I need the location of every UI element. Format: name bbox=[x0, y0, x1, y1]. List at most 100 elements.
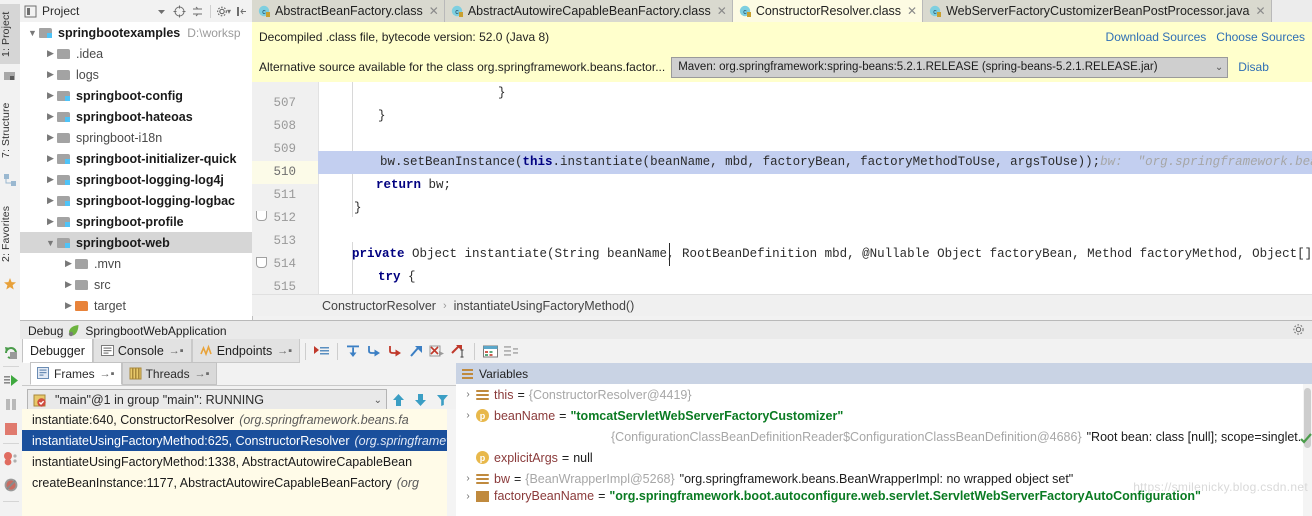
tab-endpoints[interactable]: Endpoints →▪ bbox=[191, 339, 301, 363]
pin-icon[interactable]: →▪ bbox=[169, 345, 184, 357]
mute-breakpoints-icon[interactable] bbox=[3, 477, 19, 493]
chevron-right-icon[interactable]: › bbox=[460, 389, 476, 400]
collapse-all-icon[interactable] bbox=[190, 4, 205, 19]
gear-icon[interactable]: ▾ bbox=[216, 4, 231, 19]
tree-node[interactable]: ▶ springboot-logging-logbac bbox=[20, 190, 252, 211]
thread-selector[interactable]: "main"@1 in group "main": RUNNING ⌄ bbox=[27, 389, 387, 411]
breadcrumb-class[interactable]: ConstructorResolver bbox=[322, 299, 436, 313]
tree-node[interactable]: ▶ .idea bbox=[20, 43, 252, 64]
project-view-icon[interactable] bbox=[23, 4, 38, 19]
stack-frame-row[interactable]: createBeanInstance:1177, AbstractAutowir… bbox=[22, 472, 456, 493]
chevron-right-icon[interactable]: ▶ bbox=[44, 131, 57, 144]
chevron-right-icon[interactable]: › bbox=[460, 410, 476, 421]
chevron-right-icon[interactable]: › bbox=[460, 491, 476, 502]
chevron-right-icon[interactable]: ▶ bbox=[44, 110, 57, 123]
rail-item-structure[interactable]: 7: Structure bbox=[0, 92, 20, 168]
tree-node[interactable]: ▶ springboot-logging-log4j bbox=[20, 169, 252, 190]
project-tree[interactable]: ▼ springbootexamples D:\worksp ▶ .idea ▶… bbox=[20, 22, 252, 320]
breadcrumb-method[interactable]: instantiateUsingFactoryMethod() bbox=[454, 299, 635, 313]
hide-icon[interactable] bbox=[234, 4, 249, 19]
rerun-icon[interactable] bbox=[3, 345, 19, 361]
up-arrow-icon[interactable] bbox=[387, 390, 409, 410]
rail-item-favorites[interactable]: 2: Favorites bbox=[0, 196, 20, 272]
chevron-right-icon[interactable]: ▶ bbox=[44, 173, 57, 186]
chevron-right-icon[interactable]: ▶ bbox=[44, 89, 57, 102]
tree-node[interactable]: ▶ .mvn bbox=[20, 253, 252, 274]
code-editor[interactable]: 507 508 509 510 511 512 513 514 515 } } … bbox=[252, 82, 1312, 294]
run-to-cursor-icon[interactable] bbox=[448, 342, 469, 361]
tab-console[interactable]: Console →▪ bbox=[92, 339, 192, 363]
stack-frame-row[interactable]: instantiateUsingFactoryMethod:1338, Abst… bbox=[22, 451, 456, 472]
close-icon[interactable]: ✕ bbox=[907, 4, 917, 18]
editor-tab-constructorresolver[interactable]: c ConstructorResolver.class ✕ bbox=[732, 0, 924, 22]
tab-threads[interactable]: Threads →▪ bbox=[121, 362, 217, 385]
chevron-down-icon[interactable] bbox=[154, 4, 169, 19]
step-into-icon[interactable] bbox=[364, 342, 385, 361]
stack-frame-row[interactable]: instantiate:640, ConstructorResolver (or… bbox=[22, 409, 456, 430]
chevron-right-icon[interactable]: ▶ bbox=[62, 257, 75, 270]
chevron-right-icon[interactable]: ▶ bbox=[44, 68, 57, 81]
force-step-into-icon[interactable] bbox=[385, 342, 406, 361]
chevron-down-icon[interactable]: ▼ bbox=[26, 26, 39, 39]
chevron-right-icon[interactable]: ▶ bbox=[44, 152, 57, 165]
variables-list[interactable]: › this = {ConstructorResolver@4419} › p … bbox=[456, 384, 1312, 516]
show-execution-point-icon[interactable] bbox=[311, 342, 332, 361]
tree-node[interactable]: ▶ springboot-profile bbox=[20, 211, 252, 232]
stop-icon[interactable] bbox=[3, 421, 19, 437]
call-stack-list[interactable]: instantiate:640, ConstructorResolver (or… bbox=[22, 409, 456, 516]
tree-node[interactable]: ▶ springboot-i18n bbox=[20, 127, 252, 148]
tree-node[interactable]: ▶ target bbox=[20, 295, 252, 316]
chevron-right-icon[interactable]: ▶ bbox=[44, 194, 57, 207]
evaluate-expression-icon[interactable] bbox=[480, 342, 501, 361]
drop-frame-icon[interactable] bbox=[427, 342, 448, 361]
chevron-right-icon[interactable]: ▶ bbox=[62, 278, 75, 291]
alternative-source-select[interactable]: Maven: org.springframework:spring-beans:… bbox=[671, 56, 1229, 78]
step-over-icon[interactable] bbox=[343, 342, 364, 361]
filter-icon[interactable] bbox=[431, 390, 453, 410]
tab-debugger[interactable]: Debugger bbox=[22, 339, 93, 363]
pin-icon[interactable]: →▪ bbox=[100, 368, 115, 380]
close-icon[interactable]: ✕ bbox=[1255, 4, 1265, 18]
editor-tab-webserverfactorycustomizerbeanpostprocessor[interactable]: c WebServerFactoryCustomizerBeanPostProc… bbox=[923, 0, 1272, 22]
layout-icon[interactable] bbox=[501, 342, 522, 361]
close-icon[interactable]: ✕ bbox=[429, 4, 439, 18]
editor-tab-abstractautowirecapablebeanfactory[interactable]: c AbstractAutowireCapableBeanFactory.cla… bbox=[444, 0, 733, 22]
chevron-right-icon[interactable]: ▶ bbox=[44, 47, 57, 60]
tree-node[interactable]: ▼ springbootexamples D:\worksp bbox=[20, 22, 252, 43]
tree-node[interactable]: ▶ springboot-config bbox=[20, 85, 252, 106]
locate-icon[interactable] bbox=[172, 4, 187, 19]
variable-row-this[interactable]: › this = {ConstructorResolver@4419} bbox=[456, 384, 1312, 405]
tree-node[interactable]: ▶ springboot-hateoas bbox=[20, 106, 252, 127]
breadcrumb[interactable]: ConstructorResolver › instantiateUsingFa… bbox=[252, 294, 1312, 316]
rail-item-project[interactable]: 1: Project bbox=[0, 4, 20, 64]
tab-frames[interactable]: Frames →▪ bbox=[30, 362, 122, 385]
fold-start-icon[interactable] bbox=[256, 257, 267, 268]
choose-sources-link[interactable]: Choose Sources bbox=[1216, 30, 1305, 44]
chevron-right-icon[interactable]: ▶ bbox=[44, 215, 57, 228]
tree-node[interactable]: ▶ logs bbox=[20, 64, 252, 85]
frames-scrollbar[interactable] bbox=[447, 409, 456, 516]
step-out-icon[interactable] bbox=[406, 342, 427, 361]
stack-frame-row-selected[interactable]: instantiateUsingFactoryMethod:625, Const… bbox=[22, 430, 456, 451]
chevron-right-icon[interactable]: ▶ bbox=[62, 299, 75, 312]
gear-icon[interactable] bbox=[1292, 323, 1305, 339]
resume-icon[interactable] bbox=[3, 373, 19, 389]
chevron-down-icon[interactable]: ▼ bbox=[44, 236, 57, 249]
chevron-right-icon[interactable]: › bbox=[460, 473, 476, 484]
view-breakpoints-icon[interactable] bbox=[3, 451, 19, 467]
pin-icon[interactable]: →▪ bbox=[195, 368, 210, 380]
code-content[interactable]: } } bw.setBeanInstance(this.instantiate(… bbox=[318, 82, 1312, 294]
fold-end-icon[interactable] bbox=[256, 211, 267, 221]
download-sources-link[interactable]: Download Sources bbox=[1106, 30, 1207, 44]
close-icon[interactable]: ✕ bbox=[717, 4, 727, 18]
variable-row-beanname[interactable]: › p beanName = "tomcatServletWebServerFa… bbox=[456, 405, 1312, 426]
pin-icon[interactable]: →▪ bbox=[277, 345, 292, 357]
disable-link[interactable]: Disab bbox=[1238, 60, 1269, 74]
tree-node[interactable]: ▶ springboot-initializer-quick bbox=[20, 148, 252, 169]
editor-tab-abstractbeanfactory[interactable]: c AbstractBeanFactory.class ✕ bbox=[252, 0, 445, 22]
variable-row-mbd[interactable]: {ConfigurationClassBeanDefinitionReader$… bbox=[456, 426, 1312, 447]
down-arrow-icon[interactable] bbox=[409, 390, 431, 410]
variable-row-explicitargs[interactable]: p explicitArgs = null bbox=[456, 447, 1312, 468]
tree-node-springboot-web[interactable]: ▼ springboot-web bbox=[20, 232, 252, 253]
tree-node[interactable]: ▶ src bbox=[20, 274, 252, 295]
